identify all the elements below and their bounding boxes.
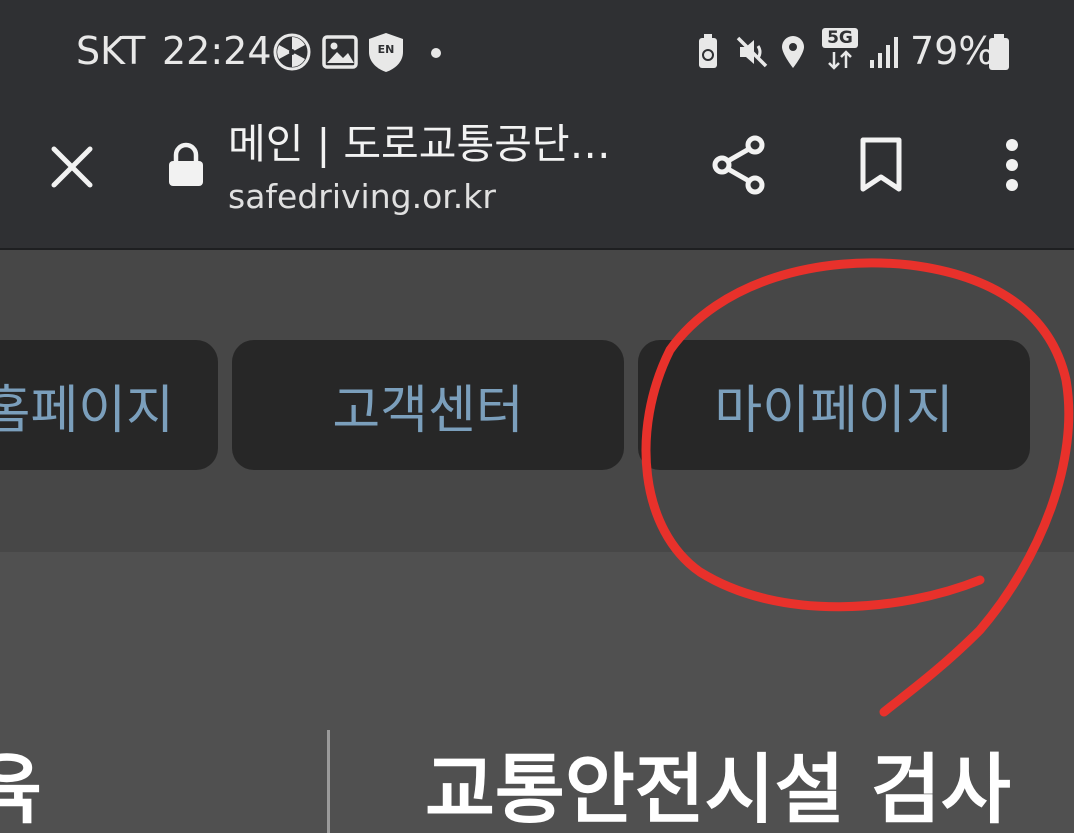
section-heading-traffic-facility-inspection[interactable]: 교통안전시설 검사 xyxy=(425,742,1011,833)
carrier-label: SKT xyxy=(76,29,146,73)
location-icon xyxy=(782,36,804,68)
signal-bars-icon xyxy=(870,37,898,68)
lock-icon[interactable] xyxy=(166,142,206,188)
svg-text:EN: EN xyxy=(378,43,395,56)
nav-mypage-button[interactable]: 마이페이지 xyxy=(638,340,1030,470)
nav-customer-center-button[interactable]: 고객센터 xyxy=(232,340,624,470)
page-title: 메인 | 도로교통공단… xyxy=(228,120,611,168)
bookmark-icon xyxy=(860,137,902,192)
nav-homepage-button[interactable]: 홈페이지 xyxy=(0,340,218,470)
mute-icon xyxy=(736,36,768,68)
5g-data-icon: 5G xyxy=(822,28,858,72)
notification-dot-icon xyxy=(431,48,441,58)
battery-saver-icon xyxy=(699,34,717,68)
share-icon xyxy=(712,135,765,195)
more-vert-icon xyxy=(1006,139,1018,191)
fan-icon xyxy=(273,33,311,71)
status-time: 22:24 xyxy=(162,29,272,73)
address-bar[interactable]: 메인 | 도로교통공단… safedriving.or.kr xyxy=(228,108,668,228)
section-heading-left[interactable]: 육 xyxy=(0,742,42,833)
page-url: safedriving.or.kr xyxy=(228,177,496,216)
en-shield-icon: EN xyxy=(369,33,403,72)
column-divider xyxy=(327,730,330,833)
close-button[interactable] xyxy=(40,135,104,199)
battery-percent: 79% xyxy=(910,29,995,73)
data-arrows-icon xyxy=(828,50,852,70)
bookmark-button[interactable] xyxy=(848,130,914,200)
screen: SKT 22:24 EN 5G 79% 메인 | 도로교통공단… safedri… xyxy=(0,0,1074,833)
share-button[interactable] xyxy=(706,130,772,200)
network-type-label: 5G xyxy=(822,28,858,48)
battery-icon xyxy=(989,34,1009,70)
more-options-button[interactable] xyxy=(984,130,1040,200)
status-bar: SKT 22:24 EN 5G 79% xyxy=(0,0,1074,100)
close-icon xyxy=(51,146,93,188)
gallery-icon xyxy=(322,35,358,69)
